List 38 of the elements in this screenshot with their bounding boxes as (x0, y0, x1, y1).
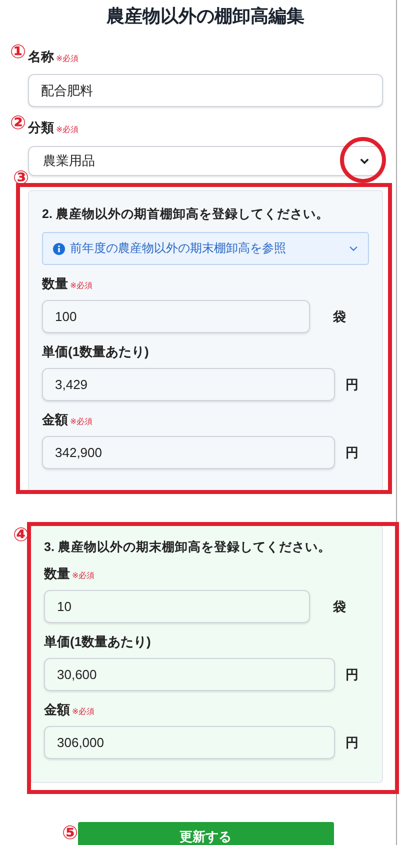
field-label: 分類 (28, 120, 54, 136)
section-title: 2. 農産物以外の期首棚卸高を登録してください。 (42, 206, 330, 222)
required-mark: ※必須 (70, 416, 93, 428)
info-icon (53, 242, 65, 254)
field-label: 数量 (44, 566, 70, 582)
input-field[interactable]: 342,900 (42, 436, 335, 469)
unit-label: 袋 (332, 598, 347, 616)
section-title: 3. 農産物以外の期末棚卸高を登録してください。 (44, 539, 332, 555)
field-label: 単価(1数量あたり) (44, 634, 151, 650)
field-label: 名称 (28, 49, 54, 65)
chevron-down-icon (360, 158, 369, 164)
unit-label: 円 (344, 734, 360, 752)
unit-label: 円 (344, 376, 360, 394)
required-mark: ※必須 (72, 706, 95, 718)
page-title: 農産物以外の棚卸高編集 (105, 5, 306, 28)
reference-text: 前年度の農産物以外の期末棚卸高を参照 (70, 240, 287, 257)
required-mark: ※必須 (72, 570, 95, 582)
input-field[interactable]: 3,429 (42, 368, 335, 401)
field-label: 数量 (42, 276, 68, 292)
unit-label: 袋 (332, 308, 347, 326)
input-field[interactable]: 306,000 (44, 726, 335, 759)
annotation-number: ① (10, 43, 26, 63)
unit-label: 円 (344, 444, 360, 462)
required-mark: ※必須 (70, 280, 93, 292)
unit-label: 円 (344, 666, 360, 684)
input-field[interactable]: 10 (44, 590, 310, 623)
chevron-down-icon (349, 246, 358, 252)
annotation-number: ⑤ (62, 824, 78, 844)
required-mark: ※必須 (56, 53, 79, 65)
input-field[interactable]: 100 (42, 300, 310, 333)
input-field[interactable]: 30,600 (44, 658, 335, 691)
reference-toggle[interactable]: 前年度の農産物以外の期末棚卸高を参照 (42, 232, 369, 265)
input-field[interactable]: 配合肥料 (28, 74, 383, 107)
annotation-number: ② (10, 114, 26, 134)
field-label: 単価(1数量あたり) (42, 344, 149, 360)
required-mark: ※必須 (56, 124, 79, 136)
field-label: 金額 (42, 412, 68, 428)
field-label: 金額 (44, 702, 70, 718)
